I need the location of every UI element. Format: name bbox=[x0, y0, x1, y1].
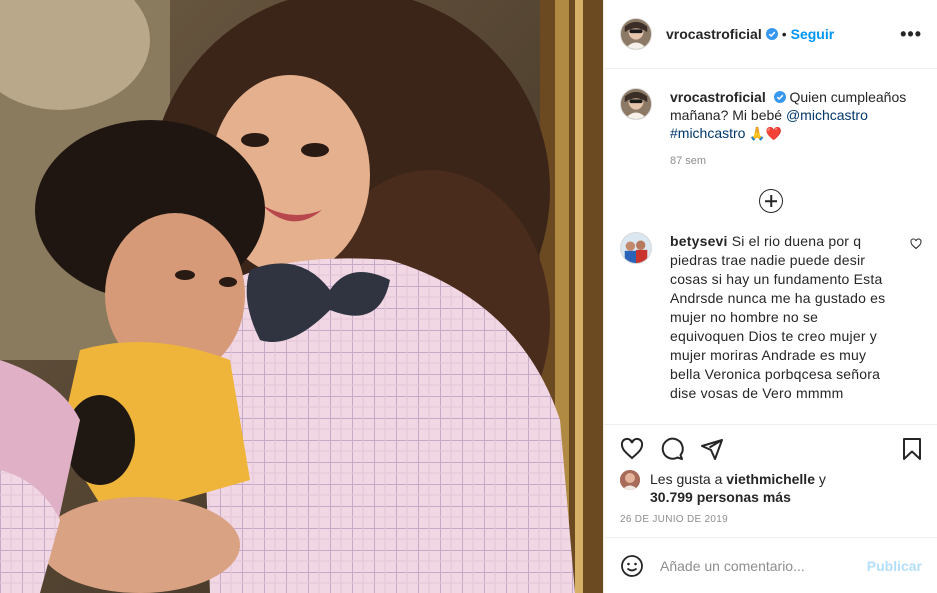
share-icon[interactable] bbox=[700, 437, 724, 461]
verified-badge-icon bbox=[773, 91, 786, 103]
likes-summary: Les gusta a viethmichelle y 30.799 perso… bbox=[620, 470, 826, 506]
action-bar bbox=[604, 424, 937, 472]
post-caption: vrocastroficial Quien cumpleaños mañana?… bbox=[620, 88, 922, 167]
likes-count[interactable]: 30.799 personas más bbox=[650, 489, 791, 505]
publish-button[interactable]: Publicar bbox=[867, 558, 922, 574]
liker-username[interactable]: viethmichelle bbox=[726, 471, 815, 487]
caption-avatar[interactable] bbox=[620, 88, 652, 120]
heart-icon[interactable] bbox=[620, 437, 644, 461]
comment-body: Si el rio duena por q piedras trae nadie… bbox=[670, 233, 886, 401]
author-username[interactable]: vrocastroficial bbox=[666, 26, 762, 42]
commenter-username[interactable]: betysevi bbox=[670, 233, 728, 249]
comment-item: betysevi Si el rio duena por q piedras t… bbox=[620, 232, 922, 403]
caption-username[interactable]: vrocastroficial bbox=[670, 89, 766, 105]
likes-text: Les gusta a viethmichelle y 30.799 perso… bbox=[650, 470, 826, 506]
caption-time[interactable]: 87 sem bbox=[670, 155, 910, 167]
verified-badge-icon bbox=[765, 28, 778, 40]
more-options-icon[interactable]: ••• bbox=[900, 24, 922, 45]
separator-dot: • bbox=[781, 26, 787, 42]
hashtag-link[interactable]: #michcastro bbox=[670, 125, 745, 141]
liker-avatar[interactable] bbox=[620, 470, 640, 490]
emoji-picker-icon[interactable] bbox=[620, 554, 644, 578]
load-more-comments-icon[interactable] bbox=[759, 189, 783, 213]
commenter-avatar[interactable] bbox=[620, 232, 652, 264]
post-side-panel: vrocastroficial • Seguir ••• vrocastrofi… bbox=[603, 0, 937, 593]
post-photo[interactable] bbox=[0, 0, 603, 593]
like-comment-heart-icon[interactable] bbox=[910, 238, 922, 250]
add-comment-bar: Publicar bbox=[604, 537, 937, 593]
likes-joiner: y bbox=[818, 471, 826, 487]
caption-text: vrocastroficial Quien cumpleaños mañana?… bbox=[670, 88, 910, 143]
mention-link[interactable]: @michcastro bbox=[786, 107, 868, 123]
save-bookmark-icon[interactable] bbox=[900, 437, 924, 461]
author-avatar[interactable] bbox=[620, 18, 652, 50]
post-header: vrocastroficial • Seguir ••• bbox=[604, 0, 937, 69]
comment-icon[interactable] bbox=[660, 437, 684, 461]
post-date[interactable]: 26 DE JUNIO DE 2019 bbox=[620, 514, 728, 525]
comments-list[interactable]: vrocastroficial Quien cumpleaños mañana?… bbox=[604, 70, 937, 424]
comment-input[interactable] bbox=[660, 557, 860, 574]
comment-text: betysevi Si el rio duena por q piedras t… bbox=[670, 232, 896, 403]
caption-emojis: 🙏❤️ bbox=[749, 126, 782, 141]
follow-button[interactable]: Seguir bbox=[791, 26, 835, 42]
likes-prefix: Les gusta a bbox=[650, 471, 723, 487]
